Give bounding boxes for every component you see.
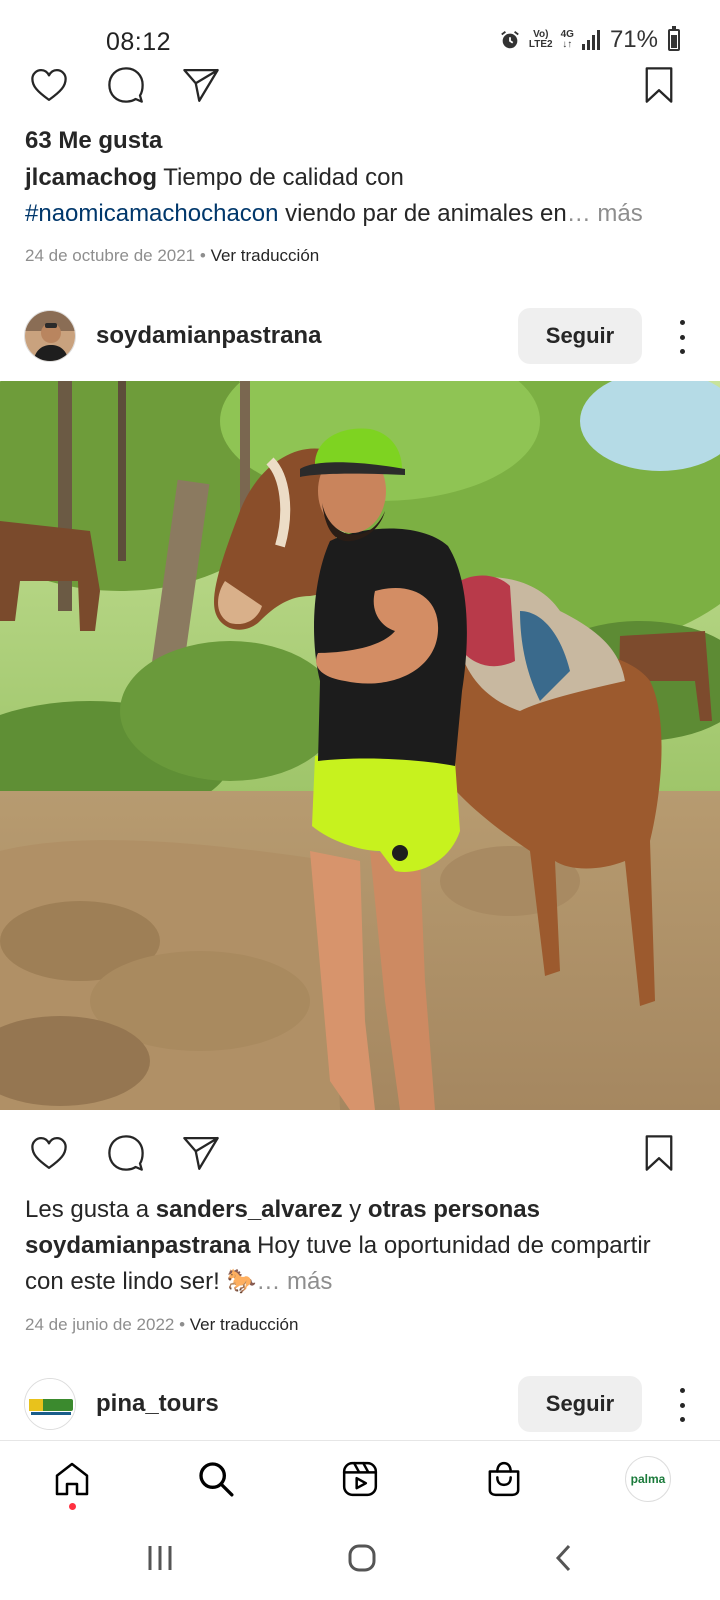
post2-avatar[interactable]	[24, 310, 76, 362]
post2-date: 24 de junio de 2022	[25, 1315, 175, 1334]
bookmark-icon[interactable]	[636, 1130, 682, 1176]
share-send-icon[interactable]	[178, 1130, 224, 1176]
post2-translate-link[interactable]: Ver traducción	[190, 1315, 299, 1334]
post3-header: pina_tours Seguir	[0, 1374, 720, 1434]
battery-icon	[668, 26, 680, 51]
bottom-navigation: palma	[0, 1440, 720, 1516]
network-volte: Vo) LTE2	[529, 30, 553, 50]
gen-bottom-label: ↓↑	[562, 39, 573, 50]
signal-icon	[581, 30, 600, 50]
post2-caption-username[interactable]: soydamianpastrana	[25, 1232, 250, 1259]
post2-photo[interactable]	[0, 381, 720, 1110]
comment-icon[interactable]	[103, 1130, 149, 1176]
search-icon[interactable]	[192, 1455, 240, 1503]
post2-more-link[interactable]: … más	[256, 1268, 332, 1295]
battery-percent: 71%	[609, 26, 658, 53]
home-notification-dot	[69, 1503, 76, 1510]
like-heart-icon[interactable]	[26, 62, 72, 108]
alarm-icon	[501, 31, 519, 49]
liked-by-connector: y	[342, 1196, 368, 1223]
post3-more-options-icon[interactable]	[672, 1388, 692, 1422]
post1-date: 24 de octubre de 2021	[25, 246, 196, 265]
profile-avatar[interactable]: palma	[624, 1455, 672, 1503]
liked-by-user[interactable]: sanders_alvarez	[156, 1196, 343, 1223]
post1-more-link[interactable]: … más	[567, 200, 643, 227]
meta-separator: •	[174, 1315, 190, 1334]
shop-icon[interactable]	[480, 1455, 528, 1503]
post2-meta: 24 de junio de 2022 • Ver traducción	[25, 1315, 298, 1335]
liked-by-others[interactable]: otras personas	[368, 1196, 540, 1223]
system-navigation	[0, 1516, 720, 1600]
post2-actions	[0, 1130, 720, 1180]
post1-translate-link[interactable]: Ver traducción	[211, 246, 320, 265]
network-gen: 4G ↓↑	[561, 30, 574, 50]
comment-icon[interactable]	[103, 62, 149, 108]
post1-hashtag[interactable]: #naomicamachochacon	[25, 200, 279, 227]
post1-caption-text: Tiempo de calidad con	[157, 164, 404, 191]
net-bottom-label: LTE2	[528, 39, 553, 50]
post2-liked-by[interactable]: Les gusta a sanders_alvarez y otras pers…	[25, 1192, 685, 1228]
recent-apps-icon[interactable]	[140, 1542, 180, 1574]
status-icons: Vo) LTE2 4G ↓↑ 71%	[499, 26, 680, 54]
back-icon[interactable]	[544, 1542, 584, 1574]
bookmark-icon[interactable]	[636, 62, 682, 108]
post2-more-options-icon[interactable]	[672, 320, 692, 354]
status-time: 08:12	[106, 28, 172, 56]
post2-username[interactable]: soydamianpastrana	[96, 322, 321, 350]
post1-caption-username[interactable]: jlcamachog	[25, 164, 157, 191]
profile-avatar-text: palma	[625, 1456, 671, 1502]
post2-header: soydamianpastrana Seguir	[0, 306, 720, 366]
post1-like-count[interactable]: 63 Me gusta	[25, 127, 162, 155]
post1-caption-continued: viendo par de animales en	[278, 200, 567, 227]
post1-caption: jlcamachog Tiempo de calidad con #naomic…	[25, 160, 685, 232]
home-icon[interactable]	[48, 1455, 96, 1503]
post2-follow-button[interactable]: Seguir	[518, 308, 642, 364]
reels-icon[interactable]	[336, 1455, 384, 1503]
home-button-icon[interactable]	[342, 1542, 382, 1574]
post1-meta: 24 de octubre de 2021 • Ver traducción	[25, 246, 319, 266]
share-send-icon[interactable]	[178, 62, 224, 108]
post3-username[interactable]: pina_tours	[96, 1390, 219, 1418]
status-bar: 08:12 Vo) LTE2 4G ↓↑ 71%	[0, 0, 720, 60]
post2-caption: soydamianpastrana Hoy tuve la oportunida…	[25, 1228, 685, 1300]
meta-separator: •	[195, 246, 211, 265]
liked-by-prefix: Les gusta a	[25, 1196, 156, 1223]
like-heart-icon[interactable]	[26, 1130, 72, 1176]
post3-follow-button[interactable]: Seguir	[518, 1376, 642, 1432]
post1-actions	[0, 62, 720, 112]
post3-avatar[interactable]	[24, 1378, 76, 1430]
